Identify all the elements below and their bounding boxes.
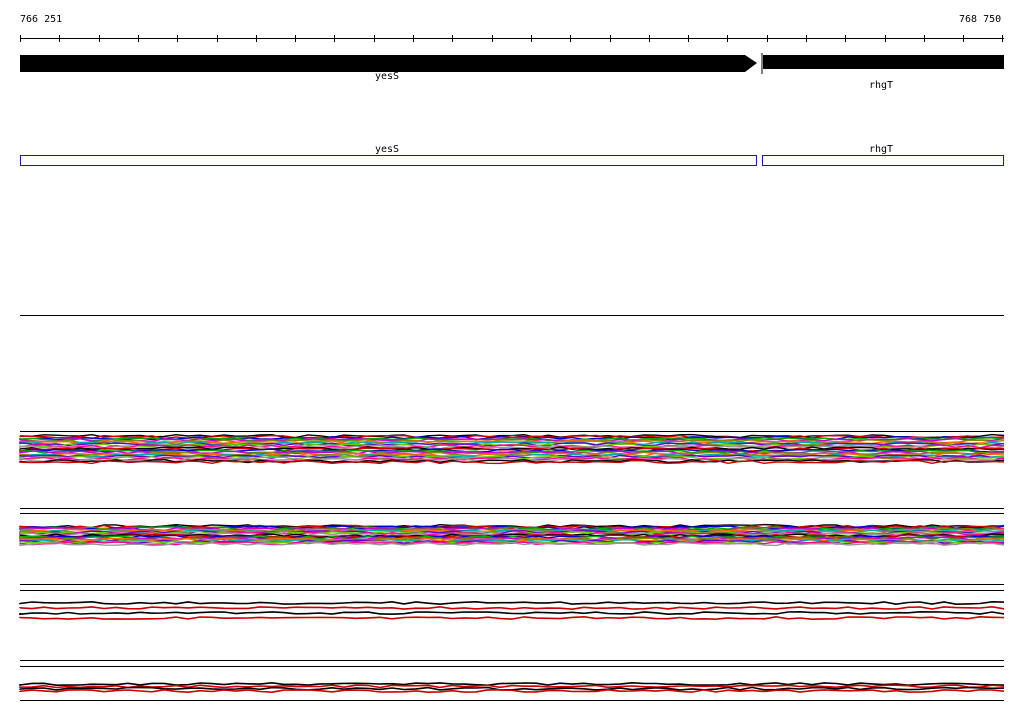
track-series-line — [19, 688, 1005, 694]
annotation-box-yess[interactable] — [20, 155, 757, 166]
track-series-line — [19, 684, 1005, 689]
data-tracks — [19, 431, 1005, 701]
track-series-line — [19, 600, 1005, 606]
genome-browser-canvas[interactable] — [0, 0, 1024, 714]
track-series-line — [19, 605, 1005, 611]
track-series-line — [19, 610, 1005, 616]
annotation-box-rhgt[interactable] — [762, 155, 1004, 166]
track-series-line — [19, 615, 1005, 621]
gene-arrow-rhgt[interactable] — [763, 55, 1004, 69]
gene-arrow-yess[interactable] — [20, 55, 757, 72]
coordinate-ruler — [20, 35, 1004, 42]
